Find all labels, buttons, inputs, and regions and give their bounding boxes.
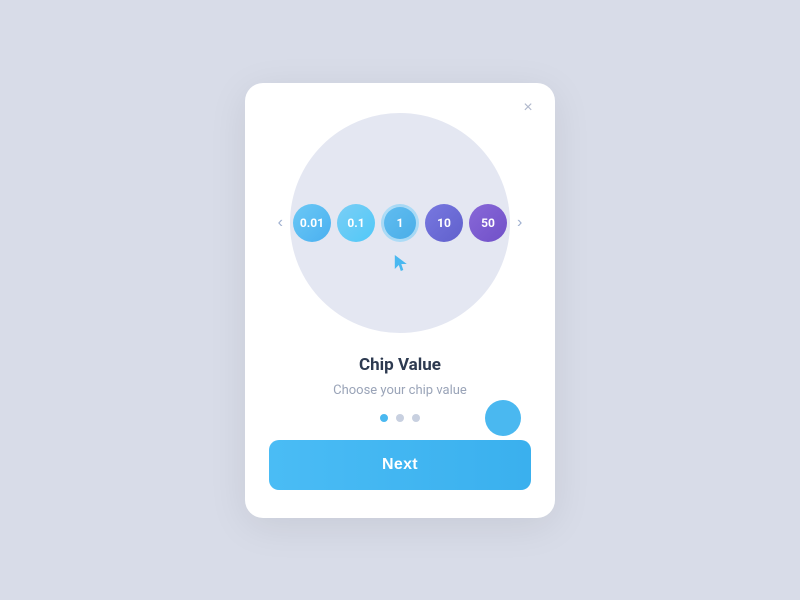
pagination-dots-row xyxy=(269,414,531,422)
section-description: Choose your chip value xyxy=(333,383,467,398)
left-arrow-icon: ‹ xyxy=(278,214,283,232)
next-button[interactable]: Next xyxy=(269,440,531,490)
section-title: Chip Value xyxy=(359,355,441,375)
chip-0.01[interactable]: 0.01 xyxy=(293,204,331,242)
cursor-icon xyxy=(393,253,411,280)
pagination-dot-2[interactable] xyxy=(396,414,404,422)
pagination-dot-1[interactable] xyxy=(380,414,388,422)
next-arrow-button[interactable]: › xyxy=(513,210,526,236)
chip-0.1[interactable]: 0.1 xyxy=(337,204,375,242)
chip-50[interactable]: 50 xyxy=(469,204,507,242)
pagination-dot-3[interactable] xyxy=(412,414,420,422)
close-button[interactable]: × xyxy=(517,97,539,119)
chip-10[interactable]: 10 xyxy=(425,204,463,242)
chip-value-modal: × ‹ 0.01 0.1 1 10 50 › xyxy=(245,83,555,518)
right-arrow-icon: › xyxy=(517,214,522,232)
blue-circle-decoration xyxy=(485,400,521,436)
chip-1[interactable]: 1 xyxy=(381,204,419,242)
chips-row: ‹ 0.01 0.1 1 10 50 › xyxy=(274,204,527,242)
chip-display-circle: ‹ 0.01 0.1 1 10 50 › xyxy=(290,113,510,333)
prev-arrow-button[interactable]: ‹ xyxy=(274,210,287,236)
close-icon: × xyxy=(523,99,532,117)
